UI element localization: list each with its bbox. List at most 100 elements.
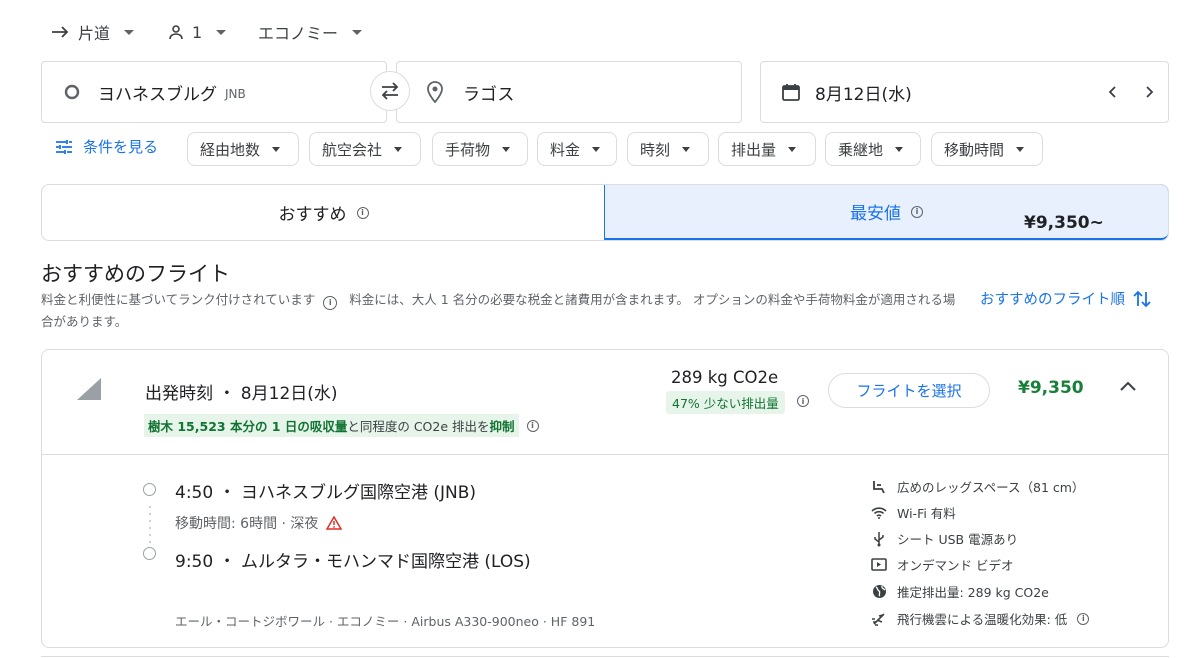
chevron-down-icon bbox=[1016, 146, 1025, 152]
chevron-down-icon bbox=[272, 146, 281, 152]
info-icon[interactable]: i bbox=[526, 419, 539, 432]
timeline-dot bbox=[149, 541, 151, 543]
list-divider bbox=[41, 656, 1169, 657]
origin-city: ヨハネスブルグ bbox=[98, 84, 217, 105]
globe-icon bbox=[872, 585, 886, 598]
filter-chip-duration[interactable]: 移動時間 bbox=[931, 132, 1043, 166]
departure-label: 出発時刻 ・ 8月12日(水) bbox=[145, 384, 338, 404]
date-label: 8月12日(水) bbox=[815, 84, 912, 105]
origin-circle-icon bbox=[64, 84, 80, 100]
select-flight-button[interactable]: フライトを選択 bbox=[828, 373, 990, 408]
trip-type-select[interactable]: 片道 bbox=[52, 18, 135, 46]
filter-chip-price[interactable]: 料金 bbox=[537, 132, 617, 166]
amenity-legroom: 広めのレッグスペース（81 cm） bbox=[871, 477, 1084, 496]
amenity-video: オンデマンド ビデオ bbox=[871, 555, 1013, 574]
next-date-button[interactable] bbox=[1143, 85, 1155, 99]
arrival-dot bbox=[143, 547, 156, 560]
amenity-emissions: 推定排出量: 289 kg CO2e bbox=[871, 582, 1049, 601]
chevron-up-icon[interactable] bbox=[1119, 380, 1137, 392]
co2-middle-text: と同程度の CO2e 排出を bbox=[347, 419, 490, 434]
show-filters-button[interactable]: 条件を見る bbox=[55, 136, 158, 157]
legroom-icon bbox=[873, 480, 885, 493]
co2-highlight-reduce: 抑制 bbox=[489, 419, 515, 434]
flight-card: 出発時刻 ・ 8月12日(水) 樹木 15,523 本分の 1 日の吸収量と同程… bbox=[41, 349, 1169, 648]
cabin-class-select[interactable]: エコノミー bbox=[258, 18, 363, 46]
info-icon[interactable]: i bbox=[797, 395, 809, 407]
destination-input[interactable]: ラゴス bbox=[396, 61, 742, 123]
tab-cheapest[interactable]: 最安値 ¥9,350~ i bbox=[604, 185, 1168, 240]
timeline-dot bbox=[149, 513, 151, 515]
origin-code: JNB bbox=[225, 87, 246, 101]
amenity-label: 広めのレッグスペース（81 cm） bbox=[897, 480, 1085, 495]
emissions-badge: 47% 少ない排出量 bbox=[666, 391, 785, 414]
wifi-icon bbox=[871, 506, 887, 519]
filter-chip-label: 手荷物 bbox=[445, 140, 491, 159]
info-icon[interactable]: i bbox=[356, 206, 369, 219]
filter-chip-emissions[interactable]: 排出量 bbox=[718, 132, 816, 166]
departure-time-airport: 4:50 ・ ヨハネスブルグ国際空港 (JNB) bbox=[175, 483, 477, 503]
tune-icon bbox=[56, 139, 72, 154]
amenity-label: シート USB 電源あり bbox=[897, 532, 1019, 547]
chevron-down-icon bbox=[394, 146, 403, 152]
person-icon bbox=[169, 25, 183, 40]
filter-chip-label: 移動時間 bbox=[944, 140, 1005, 159]
contrail-icon bbox=[872, 612, 885, 626]
tab-recommended[interactable]: おすすめ i bbox=[42, 185, 605, 240]
filter-chip-label: 排出量 bbox=[731, 140, 777, 159]
amenity-label: Wi-Fi 有料 bbox=[897, 506, 956, 521]
filter-chip-baggage[interactable]: 手荷物 bbox=[432, 132, 528, 166]
video-icon bbox=[871, 558, 887, 571]
emissions-value: 289 kg CO2e bbox=[671, 368, 779, 387]
amenity-wifi: Wi-Fi 有料 bbox=[871, 503, 956, 522]
timeline-dot bbox=[149, 527, 151, 529]
filter-chip-time[interactable]: 時刻 bbox=[627, 132, 709, 166]
filter-chip-connecting-airport[interactable]: 乗継地 bbox=[825, 132, 921, 166]
info-icon[interactable]: i bbox=[911, 205, 923, 218]
sort-button[interactable]: おすすめのフライト順 bbox=[980, 288, 1151, 309]
results-heading: おすすめのフライト bbox=[41, 262, 230, 286]
filter-chip-airline[interactable]: 航空会社 bbox=[309, 132, 421, 166]
travel-duration: 移動時間: 6時間 · 深夜 bbox=[175, 513, 343, 533]
tab-cheapest-price: ¥9,350~ bbox=[1024, 213, 1104, 233]
amenity-usb: シート USB 電源あり bbox=[871, 529, 1018, 548]
prev-date-button[interactable] bbox=[1107, 85, 1119, 99]
flight-price: ¥9,350 bbox=[1018, 378, 1084, 398]
duration-label: 移動時間: 6時間 · 深夜 bbox=[175, 516, 319, 532]
amenity-label: 推定排出量: 289 kg CO2e bbox=[897, 585, 1049, 600]
swap-icon bbox=[381, 82, 399, 100]
passengers-count: 1 bbox=[192, 22, 203, 42]
filter-chip-label: 時刻 bbox=[640, 140, 671, 159]
info-icon[interactable]: i bbox=[323, 296, 338, 310]
destination-city: ラゴス bbox=[463, 84, 515, 105]
filter-chip-stops[interactable]: 経由地数 bbox=[187, 132, 299, 166]
chevron-down-icon bbox=[216, 29, 227, 35]
usb-icon bbox=[874, 531, 884, 546]
tab-recommended-label: おすすめ bbox=[278, 205, 347, 225]
calendar-icon bbox=[782, 84, 800, 101]
passengers-select[interactable]: 1 bbox=[168, 18, 227, 46]
filter-chip-label: 航空会社 bbox=[322, 140, 383, 159]
info-icon[interactable]: i bbox=[1077, 612, 1090, 625]
co2-comparison: 樹木 15,523 本分の 1 日の吸収量と同程度の CO2e 排出を抑制 i bbox=[144, 414, 539, 437]
show-filters-label: 条件を見る bbox=[83, 138, 159, 156]
warning-icon bbox=[326, 516, 343, 530]
sort-icon bbox=[1133, 290, 1151, 307]
arrow-right-icon bbox=[52, 26, 69, 38]
tab-cheapest-label: 最安値 bbox=[850, 204, 901, 224]
sort-label: おすすめのフライト順 bbox=[980, 292, 1125, 308]
date-input[interactable]: 8月12日(水) bbox=[760, 61, 1169, 123]
co2-highlight-trees: 樹木 15,523 本分の 1 日の吸収量 bbox=[148, 419, 348, 434]
chevron-down-icon bbox=[592, 146, 601, 152]
timeline-dot bbox=[149, 534, 151, 536]
departure-dot bbox=[143, 483, 156, 496]
sort-tabs: おすすめ i 最安値 ¥9,350~ i bbox=[41, 184, 1169, 241]
location-pin-icon bbox=[427, 81, 443, 103]
chevron-down-icon bbox=[124, 29, 135, 35]
swap-button[interactable] bbox=[370, 71, 410, 111]
airline-logo bbox=[77, 378, 101, 400]
filter-chip-label: 料金 bbox=[550, 140, 581, 159]
amenity-label: 飛行機雲による温暖化効果: 低 bbox=[897, 612, 1068, 627]
origin-input[interactable]: ヨハネスブルグ JNB bbox=[41, 61, 387, 123]
chevron-down-icon bbox=[352, 29, 363, 35]
card-divider bbox=[42, 454, 1168, 455]
